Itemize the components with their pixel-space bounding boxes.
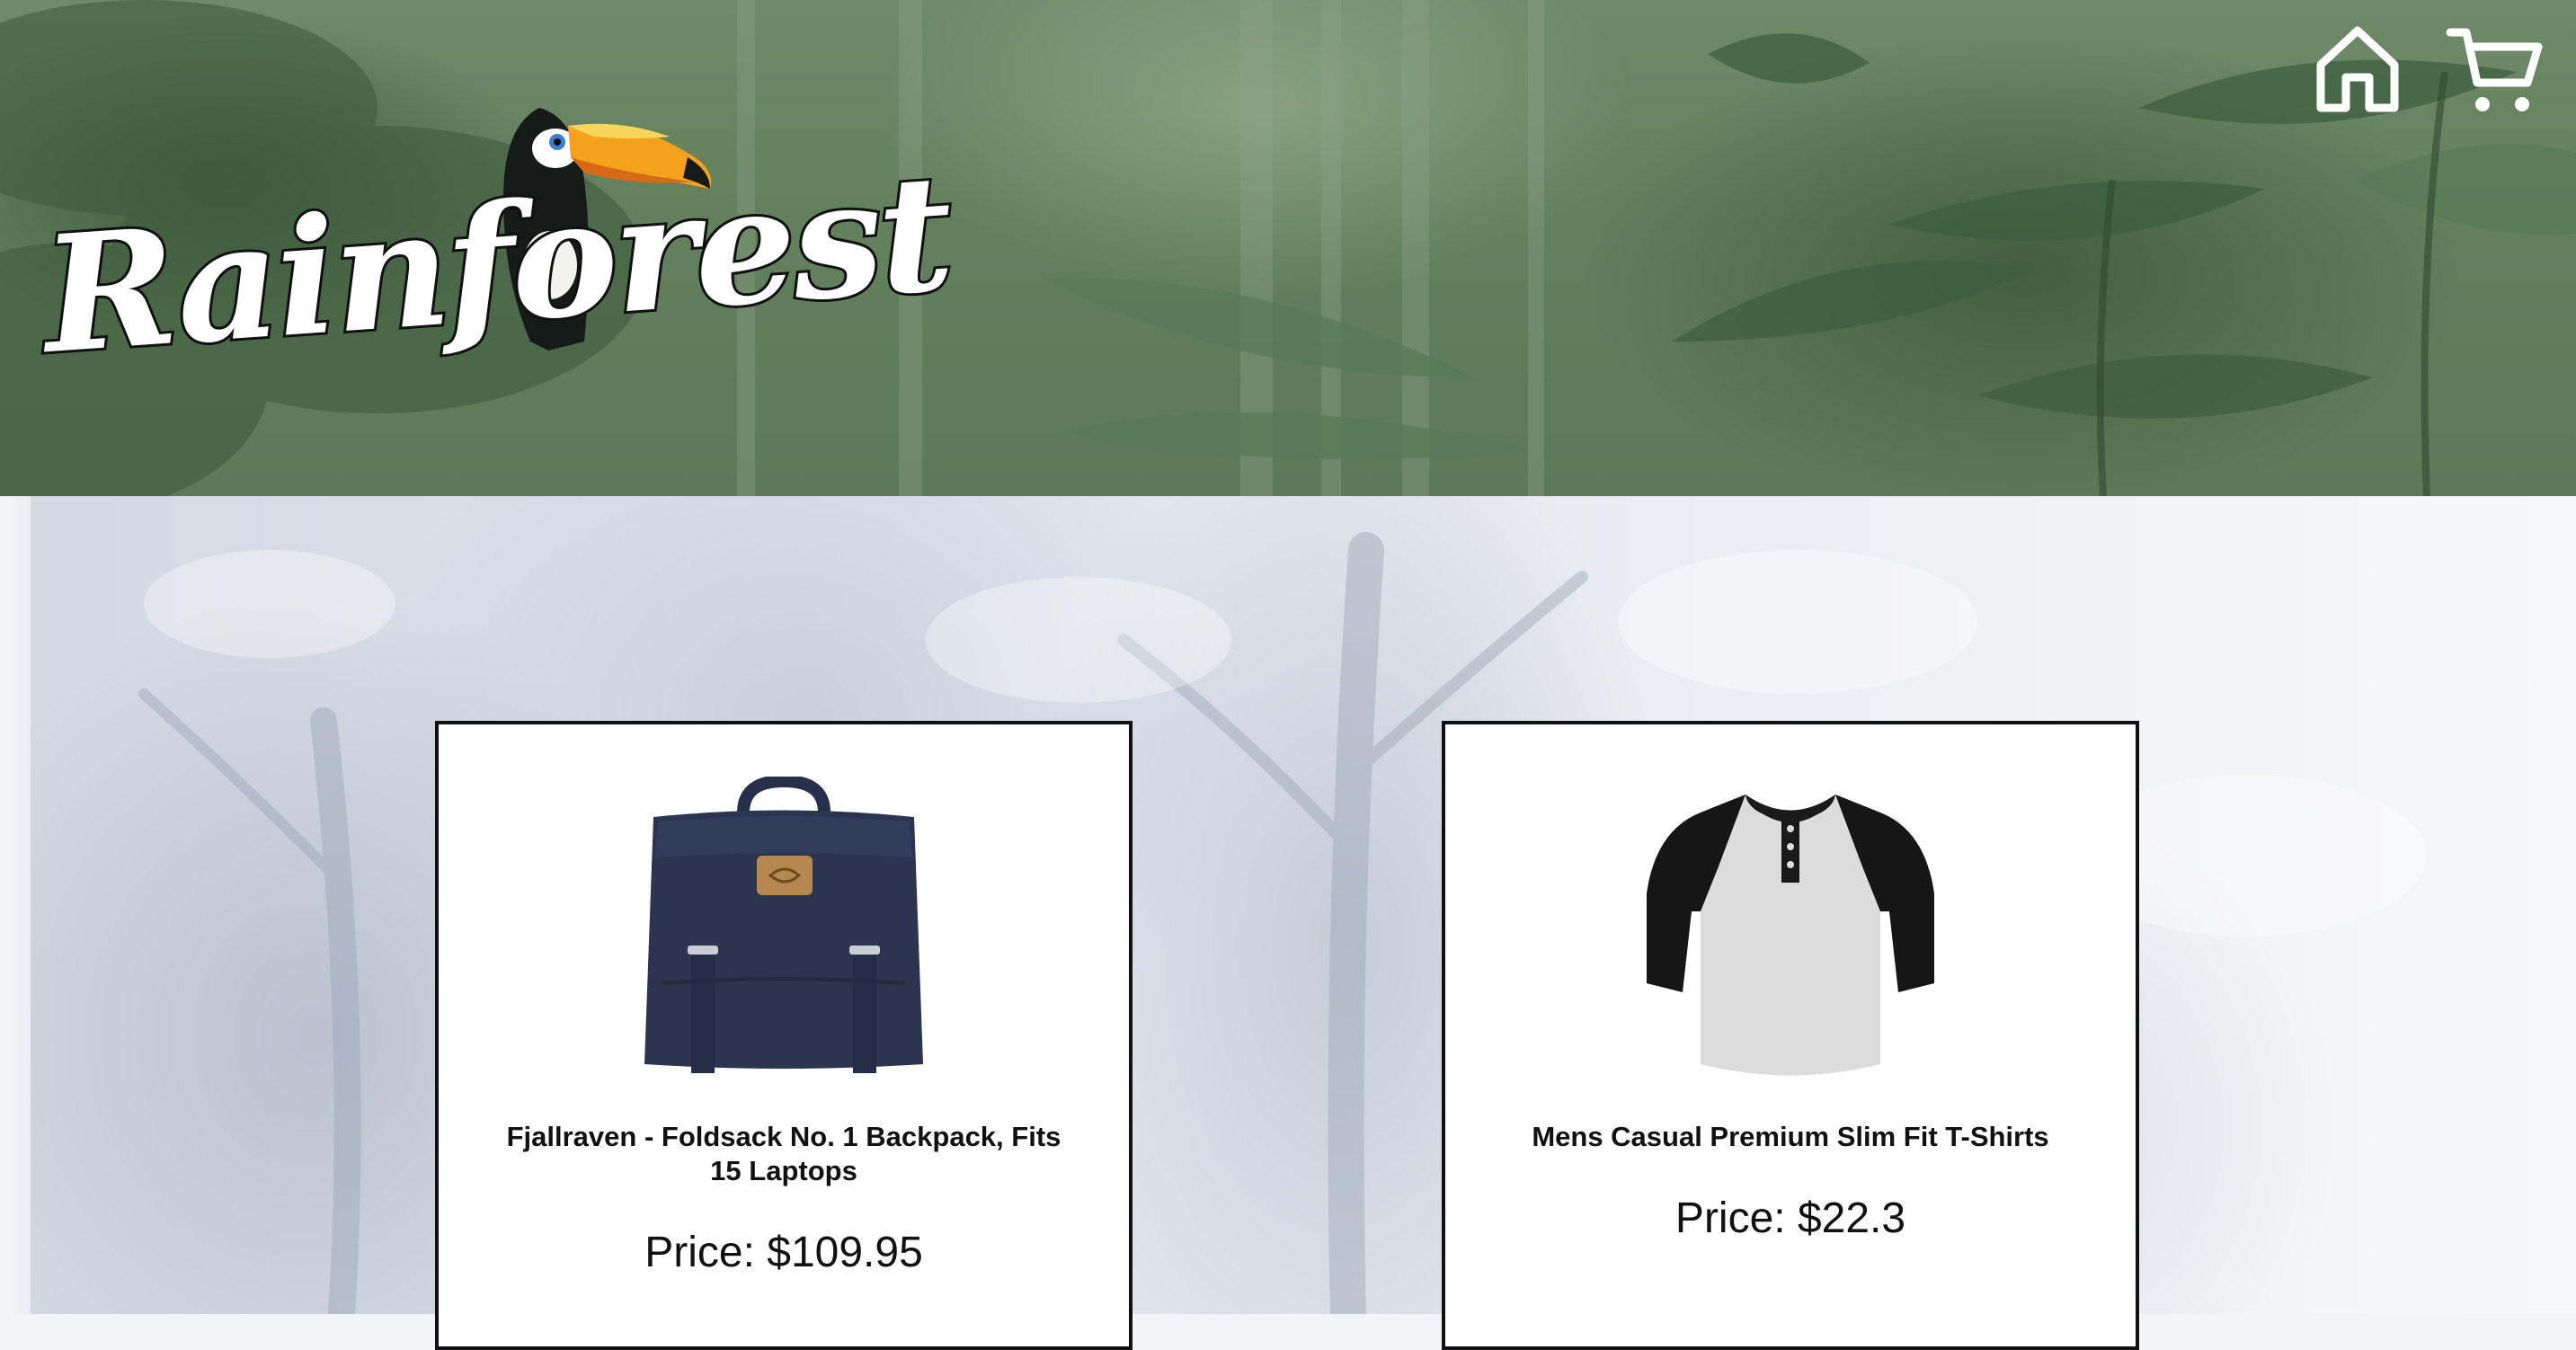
product-title[interactable]: Mens Casual Premium Slim Fit T-Shirts [1499, 1120, 2082, 1154]
product-price: Price: $22.3 [1674, 1195, 1906, 1242]
product-title[interactable]: Fjallraven - Foldsack No. 1 Backpack, Fi… [493, 1120, 1075, 1188]
left-edge [0, 496, 31, 1314]
misty-forest-background [138, 532, 2427, 1314]
product-image-backpack[interactable] [635, 777, 932, 1082]
cart-icon[interactable] [2445, 22, 2545, 117]
site-header: Rainforest [0, 0, 2576, 496]
product-listing-area [0, 496, 2576, 1314]
home-icon[interactable] [2310, 22, 2405, 117]
product-image-t-shirt[interactable] [1638, 777, 1943, 1082]
product-card[interactable]: Fjallraven - Foldsack No. 1 Backpack, Fi… [435, 721, 1133, 1350]
product-price: Price: $109.95 [644, 1229, 923, 1276]
product-card[interactable]: Mens Casual Premium Slim Fit T-Shirts Pr… [1442, 721, 2139, 1350]
